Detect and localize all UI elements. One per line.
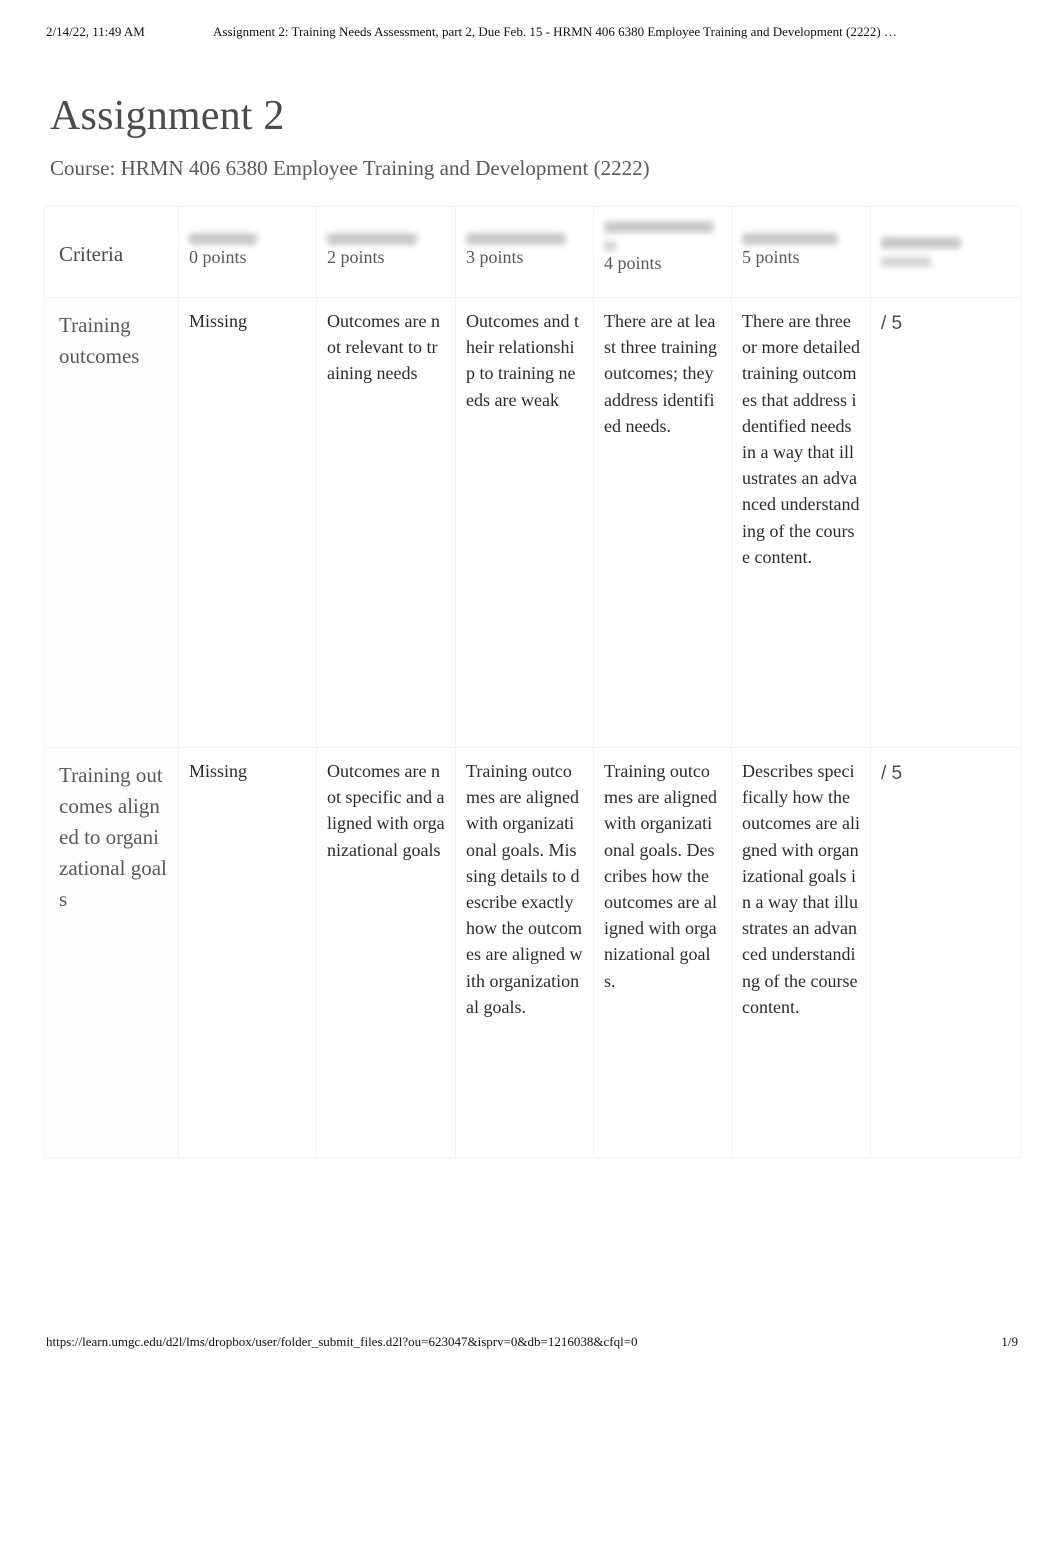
level-header: 4 points [593,206,732,298]
score-column-header [870,206,1021,298]
page-title: Assignment 2 [50,93,285,139]
level-name-blurred [466,233,566,245]
page-url: https://learn.umgc.edu/d2l/lms/dropbox/u… [46,1334,638,1349]
level-header: 3 points [455,206,594,298]
rubric-table: Criteria 0 points 2 points 3 points 4 po… [44,206,1021,1158]
rubric-header-row: Criteria 0 points 2 points 3 points 4 po… [44,206,1021,298]
level-points: 5 points [742,247,800,267]
criterion-score: / 5 [870,747,1021,1158]
criteria-column-header: Criteria [44,206,179,298]
level-name-blurred [604,221,714,233]
level-header: 2 points [316,206,456,298]
level-description: There are at least three training outcom… [593,297,732,748]
level-name-blurred [604,241,616,251]
level-name-blurred [742,233,838,245]
score-header-blurred [881,257,931,267]
print-footer: https://learn.umgc.edu/d2l/lms/dropbox/u… [46,1334,1018,1350]
level-name-blurred [189,233,257,245]
level-name-blurred [327,233,417,245]
course-name: Course: HRMN 406 6380 Employee Training … [50,156,650,180]
level-description: Outcomes and their relationship to train… [455,297,594,748]
level-description: Training outcomes are aligned with organ… [455,747,594,1158]
level-description: There are three or more detailed trainin… [731,297,871,748]
print-datetime: 2/14/22, 11:49 AM [46,24,145,39]
level-points: 3 points [466,247,524,267]
criterion-name: Training outcomes [44,297,179,748]
level-description: Outcomes are not relevant to training ne… [316,297,456,748]
level-points: 0 points [189,247,247,267]
level-points: 2 points [327,247,385,267]
page-number: 1/9 [1001,1334,1018,1349]
level-header: 0 points [178,206,317,298]
level-description: Describes specifically how the outcomes … [731,747,871,1158]
level-header: 5 points [731,206,871,298]
level-points: 4 points [604,253,662,273]
level-description: Outcomes are not specific and aligned wi… [316,747,456,1158]
score-header-blurred [881,237,961,249]
level-description: Training outcomes are aligned with organ… [593,747,732,1158]
rubric-row: Training outcomes Missing Outcomes are n… [44,297,1021,748]
rubric-row: Training outcomes aligned to organizatio… [44,747,1021,1158]
criterion-name: Training outcomes aligned to organizatio… [44,747,179,1158]
level-description: Missing [178,747,317,1158]
criterion-score: / 5 [870,297,1021,748]
print-document-title: Assignment 2: Training Needs Assessment,… [213,24,897,39]
level-description: Missing [178,297,317,748]
